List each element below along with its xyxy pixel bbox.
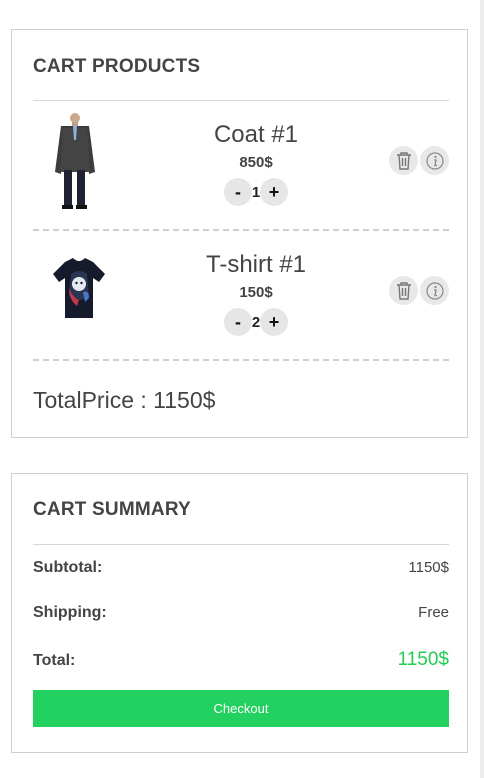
total-value: 1150$ (397, 649, 449, 670)
decrement-button[interactable]: - (224, 308, 252, 336)
details-button[interactable] (420, 146, 449, 175)
subtotal-row: Subtotal: 1150$ (33, 559, 449, 577)
subtotal-label: Subtotal: (33, 559, 103, 576)
cart-products-card: CART PRODUCTS Coat #1 850$ - 1 + T-shirt… (11, 29, 468, 438)
info-icon (425, 281, 444, 300)
increment-button[interactable]: + (260, 308, 288, 336)
divider (33, 544, 449, 545)
cart-item: Coat #1 850$ - 1 + (33, 110, 449, 220)
checkout-button[interactable]: Checkout (33, 690, 449, 727)
item-divider (33, 359, 449, 361)
cart-summary-card: CART SUMMARY Subtotal: 1150$ Shipping: F… (11, 473, 468, 753)
item-info: T-shirt #1 150$ - 2 + (183, 240, 329, 337)
scrollbar-track[interactable] (480, 0, 484, 778)
shipping-row: Shipping: Free (33, 604, 449, 622)
total-label: Total: (33, 652, 76, 669)
item-price: 850$ (239, 154, 273, 171)
item-price: 150$ (239, 284, 273, 301)
shipping-value: Free (418, 604, 449, 621)
quantity-stepper: - 2 + (183, 307, 329, 337)
info-icon (425, 151, 444, 170)
delete-button[interactable] (389, 276, 418, 305)
item-info: Coat #1 850$ - 1 + (183, 110, 329, 207)
divider (33, 100, 449, 101)
coat-thumbnail (55, 113, 95, 209)
trash-icon (396, 151, 411, 170)
cart-products-title: CART PRODUCTS (33, 56, 201, 77)
subtotal-value: 1150$ (408, 559, 449, 576)
item-actions (389, 146, 449, 175)
cart-item: T-shirt #1 150$ - 2 + (33, 240, 449, 350)
quantity-stepper: - 1 + (183, 177, 329, 207)
item-actions (389, 276, 449, 305)
trash-icon (396, 281, 411, 300)
total-price: TotalPrice : 1150$ (33, 387, 216, 413)
increment-button[interactable]: + (260, 178, 288, 206)
decrement-button[interactable]: - (224, 178, 252, 206)
details-button[interactable] (420, 276, 449, 305)
item-name: T-shirt #1 (205, 251, 307, 278)
shipping-label: Shipping: (33, 604, 107, 621)
tshirt-thumbnail (53, 258, 105, 318)
delete-button[interactable] (389, 146, 418, 175)
total-row: Total: 1150$ (33, 649, 449, 671)
item-name: Coat #1 (213, 121, 299, 148)
item-divider (33, 229, 449, 231)
cart-summary-title: CART SUMMARY (33, 499, 191, 520)
